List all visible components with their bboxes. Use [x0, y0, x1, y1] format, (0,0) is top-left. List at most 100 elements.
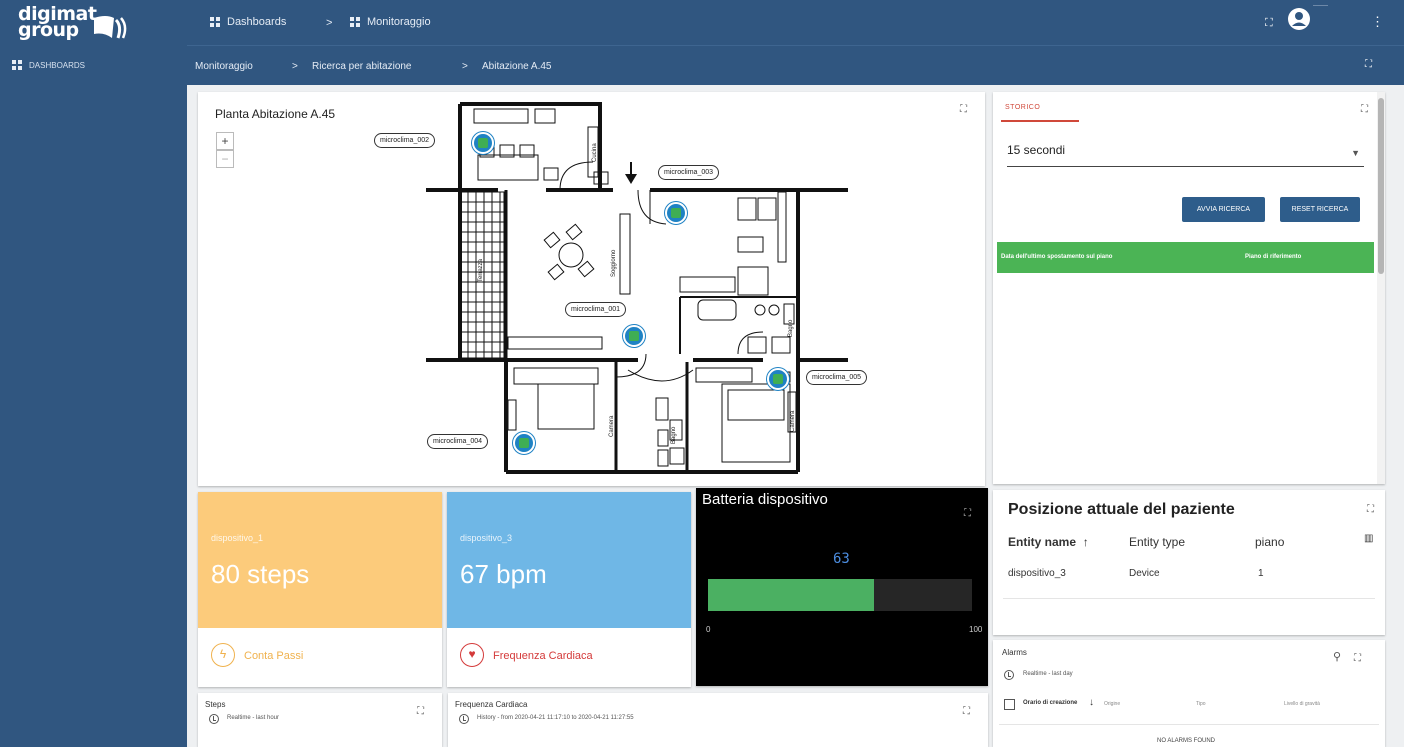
sensor-marker-icon[interactable]	[623, 325, 645, 347]
sort-arrow-up-icon: ↑	[1079, 535, 1089, 549]
steps-tile-header: dispositivo_1 80 steps	[198, 492, 442, 628]
reset-ricerca-button[interactable]: RESET RICERCA	[1280, 197, 1360, 222]
room-label-bagno: Bagno	[788, 319, 794, 337]
logo-line2: group	[18, 19, 79, 41]
heart-rate-value: 67 bpm	[460, 559, 547, 589]
interval-select-value: 15 secondi	[1007, 143, 1066, 157]
heart-icon: ♥	[460, 643, 484, 667]
tile-label: Conta Passi	[244, 650, 304, 662]
heart-rate-tile: dispositivo_3 67 bpm ♥ Frequenza Cardiac…	[447, 492, 691, 687]
room-label-bagno: Bagno	[671, 426, 677, 444]
expand-icon[interactable]: ⛶	[1367, 504, 1374, 515]
user-name: ———	[1313, 3, 1328, 9]
sensor-marker-icon[interactable]	[767, 368, 789, 390]
battery-min: 0	[706, 625, 711, 634]
fullscreen-icon[interactable]: ⛶	[1265, 17, 1273, 30]
expand-icon[interactable]: ⛶	[1354, 653, 1361, 664]
room-label-cucina: Cucina	[592, 143, 598, 162]
row-divider	[999, 724, 1379, 725]
timewindow-label[interactable]: Realtime - last hour	[227, 715, 279, 721]
sidebar: digimat group DASHBOARDS	[0, 0, 187, 747]
floor-plan-drawing: Cucina Terrazza Soggiorno Bagno Camera B…	[426, 102, 848, 474]
cell-piano: 1	[1258, 568, 1264, 579]
heart-tile-header: dispositivo_3 67 bpm	[447, 492, 691, 628]
bolt-icon: ϟ	[211, 643, 235, 667]
sensor-marker-icon[interactable]	[665, 202, 687, 224]
columns-icon[interactable]: ▥	[1364, 533, 1373, 544]
dashboard-grid-icon	[12, 59, 23, 71]
expand-icon[interactable]: ⛶	[417, 706, 424, 717]
room-label-camera: Camera	[790, 410, 796, 432]
clock-icon	[1004, 670, 1014, 680]
steps-tile: dispositivo_1 80 steps ϟ Conta Passi	[198, 492, 442, 687]
tab-storico[interactable]: STORICO	[1005, 104, 1040, 111]
state-crumb-abitazione[interactable]: Abitazione A.45	[482, 61, 552, 72]
widget-title: Frequenza Cardiaca	[455, 700, 528, 709]
logo-wave-icon	[94, 16, 127, 39]
room-label-soggiorno: Soggiorno	[611, 249, 617, 277]
column-header-piano[interactable]: piano	[1255, 535, 1284, 549]
device-name: dispositivo_3	[460, 533, 513, 543]
account-icon[interactable]	[1287, 7, 1311, 31]
sensor-tag: microclima_001	[565, 302, 627, 317]
dashboard-grid-icon	[210, 16, 221, 28]
breadcrumb-separator: >	[326, 17, 333, 29]
floor-plan-widget: Planta Abitazione A.45 + − ⛶ Cucina Terr…	[198, 92, 985, 486]
heart-rate-chart-widget: Frequenza Cardiaca ⛶ History - from 2020…	[448, 693, 988, 747]
cell-entity-name: dispositivo_3	[1008, 568, 1066, 579]
timewindow-label[interactable]: History - from 2020-04-21 11:17:10 to 20…	[477, 715, 634, 721]
column-header: Data dell'ultimo spostamento sul piano	[1001, 254, 1113, 260]
dashboard-grid-icon	[350, 16, 361, 28]
column-header-entity-type[interactable]: Entity type	[1129, 535, 1185, 549]
clock-icon	[209, 714, 219, 724]
sensor-marker-icon[interactable]	[472, 132, 494, 154]
device-name: dispositivo_1	[211, 533, 264, 543]
expand-icon[interactable]: ⛶	[1361, 104, 1368, 115]
battery-widget: Batteria dispositivo ⛶ 63 0 100	[696, 488, 988, 686]
column-header: Piano di riferimento	[1245, 254, 1302, 260]
sensor-marker-icon[interactable]	[513, 432, 535, 454]
sort-arrow-down-icon: ↓	[1089, 697, 1094, 708]
fullscreen-icon[interactable]: ⛶	[1365, 59, 1372, 70]
row-divider	[1003, 598, 1375, 599]
select-all-checkbox[interactable]	[1004, 699, 1015, 710]
expand-icon[interactable]: ⛶	[964, 508, 971, 519]
chevron-down-icon: ▼	[1351, 148, 1360, 158]
breadcrumb-label: Dashboards	[227, 16, 287, 28]
sidebar-item-label: DASHBOARDS	[29, 60, 86, 70]
sidebar-item-dashboards[interactable]: DASHBOARDS	[12, 57, 85, 73]
widget-title: Alarms	[1002, 648, 1027, 657]
interval-select[interactable]: 15 secondi ▼	[1007, 143, 1364, 167]
breadcrumb-dashboards[interactable]: Dashboards	[210, 16, 286, 28]
widget-title: Batteria dispositivo	[702, 491, 828, 508]
clock-icon	[459, 714, 469, 724]
more-menu-icon[interactable]: ⋮	[1371, 14, 1384, 30]
timewindow-label[interactable]: Realtime - last day	[1023, 671, 1073, 677]
logo: digimat group	[18, 4, 130, 44]
column-header-origin[interactable]: Origine	[1104, 701, 1120, 707]
sensor-tag: microclima_004	[427, 434, 489, 449]
expand-icon[interactable]: ⛶	[963, 706, 970, 717]
state-crumb-separator: >	[462, 61, 468, 72]
scrollbar[interactable]	[1377, 92, 1385, 484]
top-bar: Dashboards > Monitoraggio ⛶ ——— ⋮	[187, 0, 1404, 45]
avvia-ricerca-button[interactable]: AVVIA RICERCA	[1182, 197, 1265, 222]
state-crumb-monitoraggio[interactable]: Monitoraggio	[195, 61, 253, 72]
patient-position-widget: Posizione attuale del paziente ⛶ Entity …	[993, 490, 1385, 635]
room-label-camera: Camera	[609, 415, 615, 437]
battery-bar-fill	[708, 579, 875, 611]
breadcrumb-label: Monitoraggio	[367, 16, 431, 28]
battery-max: 100	[969, 625, 983, 634]
column-header-created[interactable]: Orario di creazione	[1023, 700, 1077, 706]
column-header-severity[interactable]: Livello di gravità	[1284, 701, 1320, 707]
scrollbar-thumb[interactable]	[1378, 98, 1384, 274]
column-header-entity-name[interactable]: Entity name ↑	[1008, 535, 1089, 549]
state-crumb-ricerca[interactable]: Ricerca per abitazione	[312, 61, 412, 72]
search-icon[interactable]: ⚲	[1333, 650, 1341, 663]
column-header-type[interactable]: Tipo	[1196, 701, 1206, 707]
battery-bar	[708, 579, 972, 611]
column-header-label: Entity name	[1008, 535, 1077, 549]
breadcrumb-monitoraggio[interactable]: Monitoraggio	[350, 16, 431, 28]
state-crumb-separator: >	[292, 61, 298, 72]
empty-message: NO ALARMS FOUND	[1157, 738, 1216, 744]
